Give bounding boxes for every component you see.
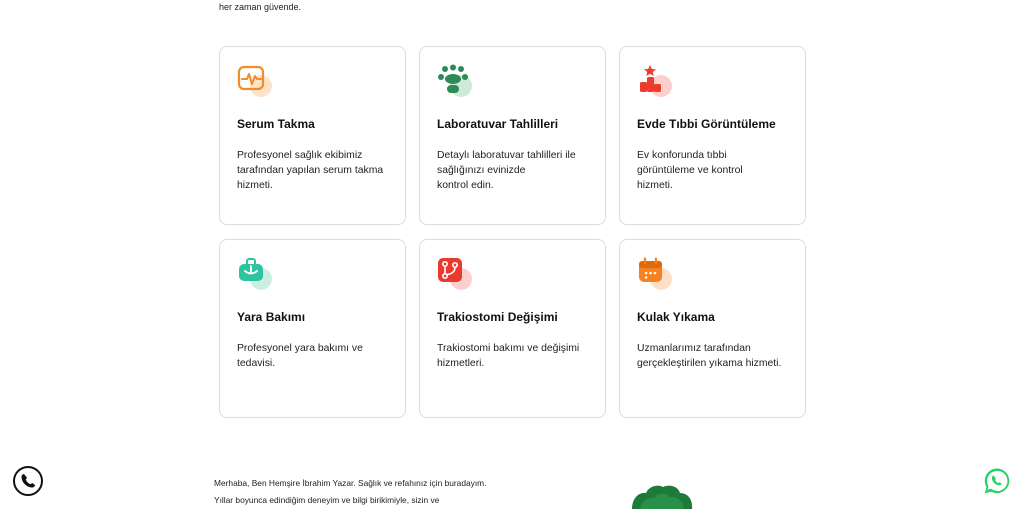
phone-call-button[interactable] bbox=[13, 466, 43, 496]
service-description: Ev konforunda tıbbi görüntüleme ve kontr… bbox=[637, 150, 743, 191]
service-title: Serum Takma bbox=[237, 117, 315, 131]
intro-text-tail: her zaman güvende. bbox=[219, 2, 302, 12]
calendar-icon bbox=[637, 257, 673, 291]
tree-illustration bbox=[630, 484, 694, 509]
service-card-kulak[interactable]: Kulak Yıkama Uzmanlarımız tarafından ger… bbox=[619, 239, 806, 418]
service-card-trakiostomi[interactable]: Trakiostomi Değişimi Trakiostomi bakımı … bbox=[419, 239, 606, 418]
service-card-serum[interactable]: Serum Takma Profesyonel sağlık ekibimiz … bbox=[219, 46, 406, 225]
service-description: Detaylı laboratuvar tahlilleri ile sağlı… bbox=[437, 150, 576, 191]
service-title: Laboratuvar Tahlilleri bbox=[437, 117, 559, 131]
whatsapp-icon bbox=[984, 468, 1010, 494]
service-card-laboratuvar[interactable]: Laboratuvar Tahlilleri Detaylı laboratuv… bbox=[419, 46, 606, 225]
whatsapp-button[interactable] bbox=[982, 466, 1012, 496]
service-description: Trakiostomi bakımı ve değişimi hizmetler… bbox=[437, 343, 580, 369]
service-title: Trakiostomi Değişimi bbox=[437, 310, 558, 324]
heart-monitor-icon bbox=[237, 64, 273, 98]
service-description: Profesyonel yara bakımı ve tedavisi. bbox=[237, 343, 363, 369]
branch-route-icon bbox=[437, 257, 473, 291]
phone-icon bbox=[21, 474, 35, 488]
service-title: Yara Bakımı bbox=[237, 310, 306, 324]
service-title: Kulak Yıkama bbox=[637, 310, 715, 324]
lab-team-icon bbox=[437, 64, 473, 98]
service-card-yara[interactable]: Yara Bakımı Profesyonel yara bakımı ve t… bbox=[219, 239, 406, 418]
wound-kit-icon bbox=[237, 257, 273, 291]
podium-star-icon bbox=[637, 64, 673, 98]
service-card-goruntuleme[interactable]: Evde Tıbbi Görüntüleme Ev konforunda tıb… bbox=[619, 46, 806, 225]
service-description: Profesyonel sağlık ekibimiz tarafından y… bbox=[237, 150, 384, 191]
service-title: Evde Tıbbi Görüntüleme bbox=[637, 117, 776, 131]
service-description: Uzmanlarımız tarafından gerçekleştirilen… bbox=[637, 343, 782, 369]
about-text: Merhaba, Ben Hemşire İbrahim Yazar. Sağl… bbox=[214, 478, 487, 505]
